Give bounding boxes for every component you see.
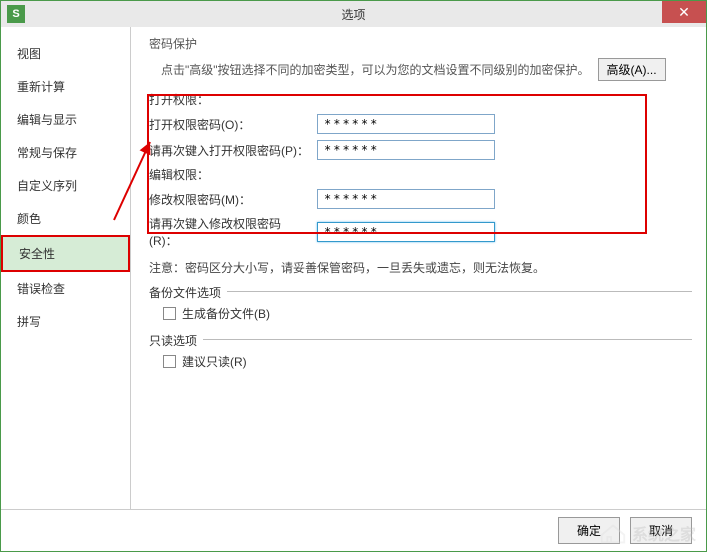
sidebar: 视图 重新计算 编辑与显示 常规与保存 自定义序列 颜色 安全性 错误检查 拼写 <box>1 27 131 509</box>
readonly-checkbox[interactable] <box>163 355 176 368</box>
backup-checkbox-row: 生成备份文件(B) <box>163 305 692 322</box>
edit-pw-confirm-row: 请再次键入修改权限密码(R)： <box>149 215 692 249</box>
advanced-button[interactable]: 高级(A)... <box>598 58 666 81</box>
edit-pw-label: 修改权限密码(M)： <box>149 191 309 208</box>
sidebar-item-recalc[interactable]: 重新计算 <box>1 70 130 103</box>
backup-title: 备份文件选项 <box>149 284 227 301</box>
close-button[interactable]: ✕ <box>662 1 706 23</box>
app-icon: S <box>7 5 25 23</box>
edit-perm-title: 编辑权限： <box>149 166 692 183</box>
sidebar-item-color[interactable]: 颜色 <box>1 202 130 235</box>
permission-group: 打开权限： 打开权限密码(O)： 请再次键入打开权限密码(P)： 编辑权限： 修… <box>149 91 692 249</box>
backup-checkbox-label: 生成备份文件(B) <box>182 305 270 322</box>
open-pw-confirm-label: 请再次键入打开权限密码(P)： <box>149 142 309 159</box>
backup-checkbox[interactable] <box>163 307 176 320</box>
backup-fieldset: 备份文件选项 生成备份文件(B) <box>149 284 692 322</box>
sidebar-item-custom-list[interactable]: 自定义序列 <box>1 169 130 202</box>
open-pw-row: 打开权限密码(O)： <box>149 114 692 134</box>
readonly-checkbox-label: 建议只读(R) <box>182 353 247 370</box>
password-note: 注意：密码区分大小写，请妥善保管密码，一旦丢失或遗忘，则无法恢复。 <box>149 259 692 276</box>
cancel-button[interactable]: 取消 <box>630 517 692 544</box>
options-dialog: S 选项 ✕ 视图 重新计算 编辑与显示 常规与保存 自定义序列 颜色 安全性 … <box>0 0 707 552</box>
readonly-title: 只读选项 <box>149 332 203 349</box>
dialog-footer: 确定 取消 系统之家 <box>1 509 706 551</box>
titlebar: S 选项 ✕ <box>1 1 706 27</box>
sidebar-item-view[interactable]: 视图 <box>1 37 130 70</box>
dialog-body: 视图 重新计算 编辑与显示 常规与保存 自定义序列 颜色 安全性 错误检查 拼写… <box>1 27 706 509</box>
sidebar-item-error-check[interactable]: 错误检查 <box>1 272 130 305</box>
open-pw-label: 打开权限密码(O)： <box>149 116 309 133</box>
sidebar-item-general-save[interactable]: 常规与保存 <box>1 136 130 169</box>
readonly-fieldset: 只读选项 建议只读(R) <box>149 332 692 370</box>
edit-password-confirm-input[interactable] <box>317 222 495 242</box>
content-panel: 密码保护 点击"高级"按钮选择不同的加密类型，可以为您的文档设置不同级别的加密保… <box>131 27 706 509</box>
sidebar-item-spelling[interactable]: 拼写 <box>1 305 130 338</box>
sidebar-item-edit-display[interactable]: 编辑与显示 <box>1 103 130 136</box>
readonly-checkbox-row: 建议只读(R) <box>163 353 692 370</box>
edit-pw-row: 修改权限密码(M)： <box>149 189 692 209</box>
hint-row: 点击"高级"按钮选择不同的加密类型，可以为您的文档设置不同级别的加密保护。 高级… <box>161 58 692 81</box>
open-pw-confirm-row: 请再次键入打开权限密码(P)： <box>149 140 692 160</box>
sidebar-item-security[interactable]: 安全性 <box>1 235 130 272</box>
open-password-confirm-input[interactable] <box>317 140 495 160</box>
window-title: 选项 <box>341 6 365 23</box>
ok-button[interactable]: 确定 <box>558 517 620 544</box>
password-protect-label: 密码保护 <box>149 35 692 52</box>
open-password-input[interactable] <box>317 114 495 134</box>
hint-text: 点击"高级"按钮选择不同的加密类型，可以为您的文档设置不同级别的加密保护。 <box>161 61 590 78</box>
edit-password-input[interactable] <box>317 189 495 209</box>
open-perm-title: 打开权限： <box>149 91 692 108</box>
edit-pw-confirm-label: 请再次键入修改权限密码(R)： <box>149 215 309 249</box>
